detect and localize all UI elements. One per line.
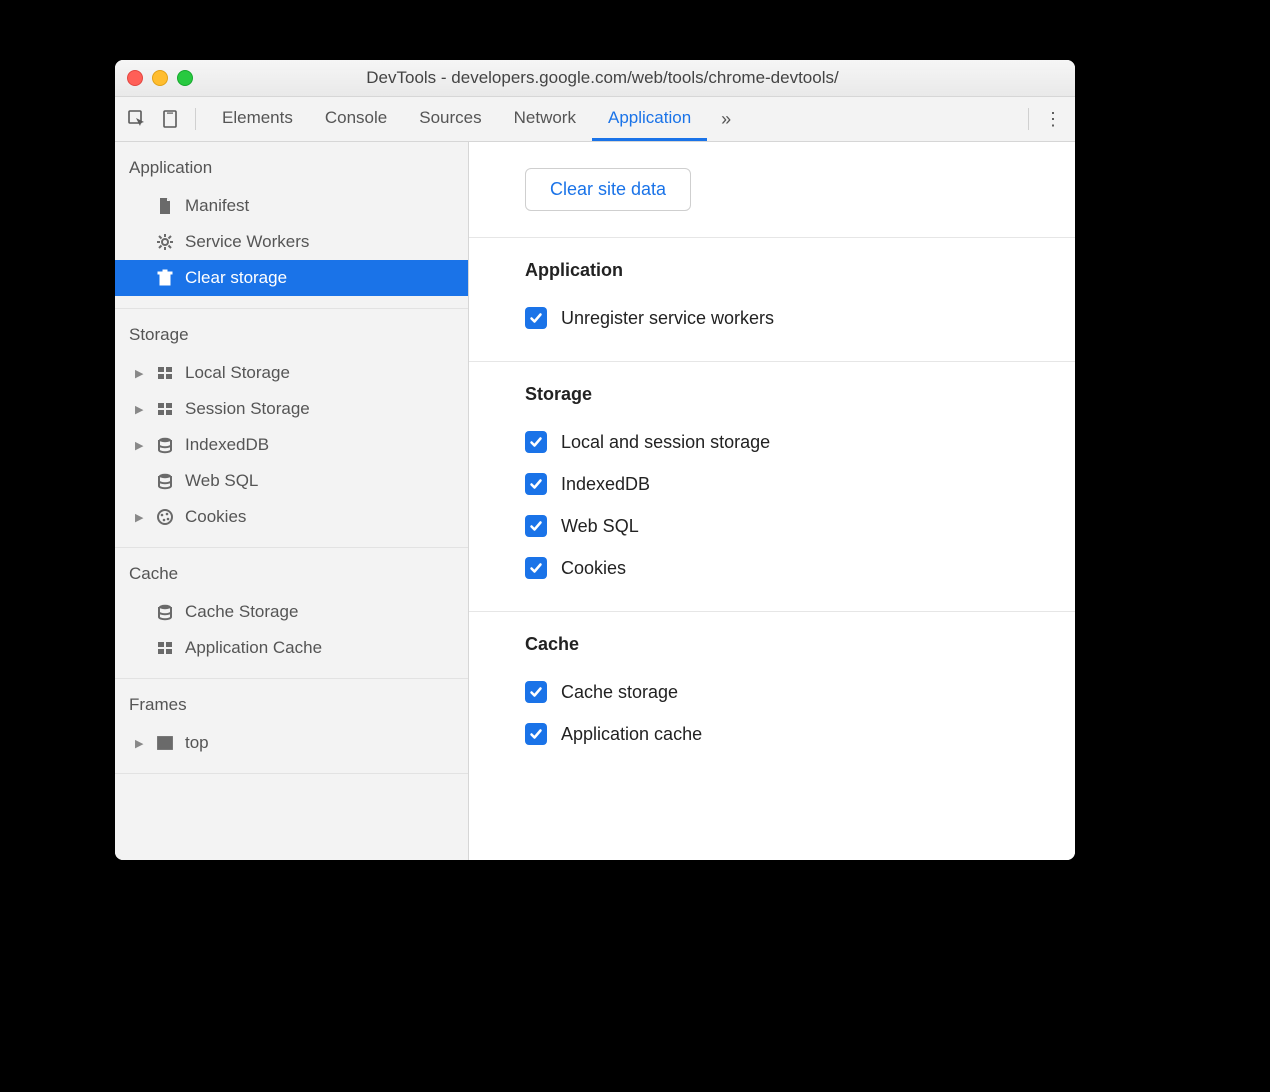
checkbox-row: Web SQL xyxy=(525,505,1075,547)
checkbox-row: Cache storage xyxy=(525,671,1075,713)
sidebar-item-clear-storage[interactable]: ▶Clear storage xyxy=(115,260,468,296)
toolbar-separator xyxy=(195,108,196,130)
expand-arrow-icon[interactable]: ▶ xyxy=(135,439,143,452)
devtools-window: DevTools - developers.google.com/web/too… xyxy=(115,60,1075,860)
checkbox-label: Unregister service workers xyxy=(561,308,774,329)
file-icon xyxy=(155,196,175,216)
sidebar-item-label: Session Storage xyxy=(185,399,310,419)
sidebar-item-label: top xyxy=(185,733,209,753)
sidebar-item-local-storage[interactable]: ▶ Local Storage xyxy=(115,355,468,391)
expand-arrow-icon[interactable]: ▶ xyxy=(135,737,143,750)
checkbox-label: Application cache xyxy=(561,724,702,745)
application-sidebar: Application▶Manifest▶Service Workers▶Cle… xyxy=(115,142,469,860)
sidebar-item-service-workers[interactable]: ▶Service Workers xyxy=(115,224,468,260)
checkbox-application-cache[interactable] xyxy=(525,723,547,745)
sidebar-item-label: Local Storage xyxy=(185,363,290,383)
sidebar-item-cache-storage[interactable]: ▶Cache Storage xyxy=(115,594,468,630)
sidebar-item-label: Application Cache xyxy=(185,638,322,658)
frame-icon xyxy=(155,733,175,753)
gear-icon xyxy=(155,232,175,252)
tab-console[interactable]: Console xyxy=(309,97,403,141)
expand-arrow-icon[interactable]: ▶ xyxy=(135,511,143,524)
checkbox-cookies[interactable] xyxy=(525,557,547,579)
checkbox-local-and-session-storage[interactable] xyxy=(525,431,547,453)
toolbar-separator xyxy=(1028,108,1029,130)
sidebar-item-label: IndexedDB xyxy=(185,435,269,455)
checkbox-label: Cache storage xyxy=(561,682,678,703)
checkbox-label: IndexedDB xyxy=(561,474,650,495)
sidebar-item-application-cache[interactable]: ▶Application Cache xyxy=(115,630,468,666)
tabs-overflow-icon[interactable]: » xyxy=(713,109,739,130)
db-icon xyxy=(155,471,175,491)
cookie-icon xyxy=(155,507,175,527)
sidebar-item-label: Cookies xyxy=(185,507,246,527)
sidebar-group-cache: Cache xyxy=(115,558,468,594)
window-close-button[interactable] xyxy=(127,70,143,86)
sidebar-group-application: Application xyxy=(115,152,468,188)
checkbox-web-sql[interactable] xyxy=(525,515,547,537)
sidebar-item-session-storage[interactable]: ▶ Session Storage xyxy=(115,391,468,427)
section-application: Application Unregister service workers xyxy=(469,237,1075,361)
section-title: Cache xyxy=(525,634,1075,655)
sidebar-item-web-sql[interactable]: ▶Web SQL xyxy=(115,463,468,499)
sidebar-item-cookies[interactable]: ▶ Cookies xyxy=(115,499,468,535)
section-storage: Storage Local and session storage IndexedD… xyxy=(469,361,1075,611)
sidebar-item-label: Web SQL xyxy=(185,471,258,491)
sidebar-item-manifest[interactable]: ▶Manifest xyxy=(115,188,468,224)
sidebar-item-label: Manifest xyxy=(185,196,249,216)
section-title: Storage xyxy=(525,384,1075,405)
inspect-element-icon[interactable] xyxy=(123,105,151,133)
window-title: DevTools - developers.google.com/web/too… xyxy=(202,68,1003,88)
expand-arrow-icon[interactable]: ▶ xyxy=(135,367,143,380)
checkbox-row: IndexedDB xyxy=(525,463,1075,505)
grid-icon xyxy=(155,399,175,419)
sidebar-item-label: Service Workers xyxy=(185,232,309,252)
checkbox-row: Cookies xyxy=(525,547,1075,589)
section-cache: Cache Cache storage Application cache xyxy=(469,611,1075,777)
checkbox-label: Cookies xyxy=(561,558,626,579)
window-zoom-button[interactable] xyxy=(177,70,193,86)
panel-tabs: ElementsConsoleSourcesNetworkApplication xyxy=(206,97,707,141)
sidebar-group-storage: Storage xyxy=(115,319,468,355)
clear-storage-panel: Clear site data Application Unregister se… xyxy=(469,142,1075,860)
more-options-icon[interactable]: ⋮ xyxy=(1039,109,1067,130)
checkbox-label: Web SQL xyxy=(561,516,639,537)
toolbar: ElementsConsoleSourcesNetworkApplication… xyxy=(115,97,1075,142)
tab-network[interactable]: Network xyxy=(498,97,592,141)
sidebar-item-indexeddb[interactable]: ▶ IndexedDB xyxy=(115,427,468,463)
checkbox-row: Application cache xyxy=(525,713,1075,755)
checkbox-label: Local and session storage xyxy=(561,432,770,453)
grid-icon xyxy=(155,638,175,658)
expand-arrow-icon[interactable]: ▶ xyxy=(135,403,143,416)
device-toolbar-icon[interactable] xyxy=(157,105,185,133)
window-minimize-button[interactable] xyxy=(152,70,168,86)
checkbox-unregister-service-workers[interactable] xyxy=(525,307,547,329)
clear-site-data-button[interactable]: Clear site data xyxy=(525,168,691,211)
checkbox-indexeddb[interactable] xyxy=(525,473,547,495)
tab-application[interactable]: Application xyxy=(592,97,707,141)
sidebar-item-label: Clear storage xyxy=(185,268,287,288)
section-title: Application xyxy=(525,260,1075,281)
titlebar: DevTools - developers.google.com/web/too… xyxy=(115,60,1075,97)
checkbox-row: Unregister service workers xyxy=(525,297,1075,339)
sidebar-item-top[interactable]: ▶ top xyxy=(115,725,468,761)
db-icon xyxy=(155,435,175,455)
trash-icon xyxy=(155,268,175,288)
sidebar-group-frames: Frames xyxy=(115,689,468,725)
tab-elements[interactable]: Elements xyxy=(206,97,309,141)
grid-icon xyxy=(155,363,175,383)
sidebar-item-label: Cache Storage xyxy=(185,602,298,622)
db-icon xyxy=(155,602,175,622)
tab-sources[interactable]: Sources xyxy=(403,97,497,141)
checkbox-cache-storage[interactable] xyxy=(525,681,547,703)
checkbox-row: Local and session storage xyxy=(525,421,1075,463)
